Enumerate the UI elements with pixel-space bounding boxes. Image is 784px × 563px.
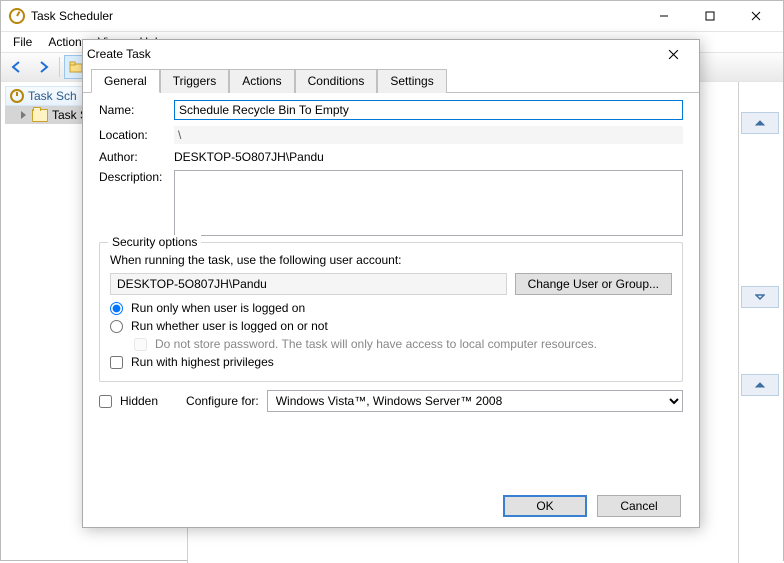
minimize-button[interactable] [641, 1, 687, 31]
dialog-footer: OK Cancel [83, 485, 699, 527]
dialog-close-button[interactable] [651, 40, 695, 68]
dialog-title: Create Task [87, 47, 651, 61]
menu-file[interactable]: File [5, 33, 40, 51]
close-button[interactable] [733, 1, 779, 31]
check-no-store-password-label: Do not store password. The task will onl… [155, 337, 597, 351]
radio-logged-off[interactable]: Run whether user is logged on or not [110, 319, 672, 333]
dialog-titlebar: Create Task [83, 40, 699, 68]
check-no-store-password-input [134, 338, 147, 351]
actions-scroll-mid[interactable] [741, 286, 779, 308]
security-options-group: Security options When running the task, … [99, 242, 683, 382]
radio-logged-on-input[interactable] [110, 302, 123, 315]
change-user-button[interactable]: Change User or Group... [515, 273, 672, 295]
tab-general[interactable]: General [91, 69, 160, 93]
actions-pane [739, 82, 783, 563]
ok-button[interactable]: OK [503, 495, 587, 517]
security-legend: Security options [108, 235, 201, 249]
toolbar-separator [59, 57, 60, 77]
radio-logged-on[interactable]: Run only when user is logged on [110, 301, 672, 315]
clock-icon [9, 8, 25, 24]
tab-conditions[interactable]: Conditions [295, 69, 378, 93]
name-input[interactable] [174, 100, 683, 120]
configure-for-select[interactable]: Windows Vista™, Windows Server™ 2008 [267, 390, 683, 412]
description-input[interactable] [174, 170, 683, 236]
tab-triggers[interactable]: Triggers [160, 69, 230, 93]
check-hidden[interactable]: Hidden [99, 394, 158, 408]
window-title: Task Scheduler [31, 9, 641, 23]
security-account-field: DESKTOP-5O807JH\Pandu [110, 273, 507, 295]
dialog-body: Name: Location: \ Author: DESKTOP-5O807J… [83, 92, 699, 485]
configure-for-label: Configure for: [186, 394, 259, 408]
main-titlebar: Task Scheduler [1, 1, 783, 32]
author-label: Author: [99, 150, 174, 164]
forward-button[interactable] [31, 55, 55, 79]
radio-logged-off-label: Run whether user is logged on or not [131, 319, 328, 333]
check-hidden-input[interactable] [99, 395, 112, 408]
author-value: DESKTOP-5O807JH\Pandu [174, 150, 683, 164]
check-highest-privileges-input[interactable] [110, 356, 123, 369]
security-prompt: When running the task, use the following… [110, 253, 672, 267]
tab-actions[interactable]: Actions [229, 69, 294, 93]
create-task-dialog: Create Task General Triggers Actions Con… [82, 39, 700, 528]
check-no-store-password: Do not store password. The task will onl… [134, 337, 672, 351]
check-hidden-label: Hidden [120, 394, 158, 408]
tab-settings[interactable]: Settings [377, 69, 446, 93]
expand-icon[interactable] [21, 111, 26, 119]
radio-logged-off-input[interactable] [110, 320, 123, 333]
name-label: Name: [99, 103, 174, 117]
description-label: Description: [99, 170, 174, 184]
maximize-button[interactable] [687, 1, 733, 31]
radio-logged-on-label: Run only when user is logged on [131, 301, 305, 315]
clock-icon [10, 89, 24, 103]
dialog-tabs: General Triggers Actions Conditions Sett… [83, 68, 699, 93]
actions-scroll-up[interactable] [741, 112, 779, 134]
location-value: \ [174, 126, 683, 144]
actions-scroll-down[interactable] [741, 374, 779, 396]
cancel-button[interactable]: Cancel [597, 495, 681, 517]
folder-icon [32, 109, 48, 122]
check-highest-privileges-label: Run with highest privileges [131, 355, 274, 369]
tree-root-label: Task Sch [28, 89, 77, 103]
check-highest-privileges[interactable]: Run with highest privileges [110, 355, 672, 369]
location-label: Location: [99, 128, 174, 142]
back-button[interactable] [5, 55, 29, 79]
